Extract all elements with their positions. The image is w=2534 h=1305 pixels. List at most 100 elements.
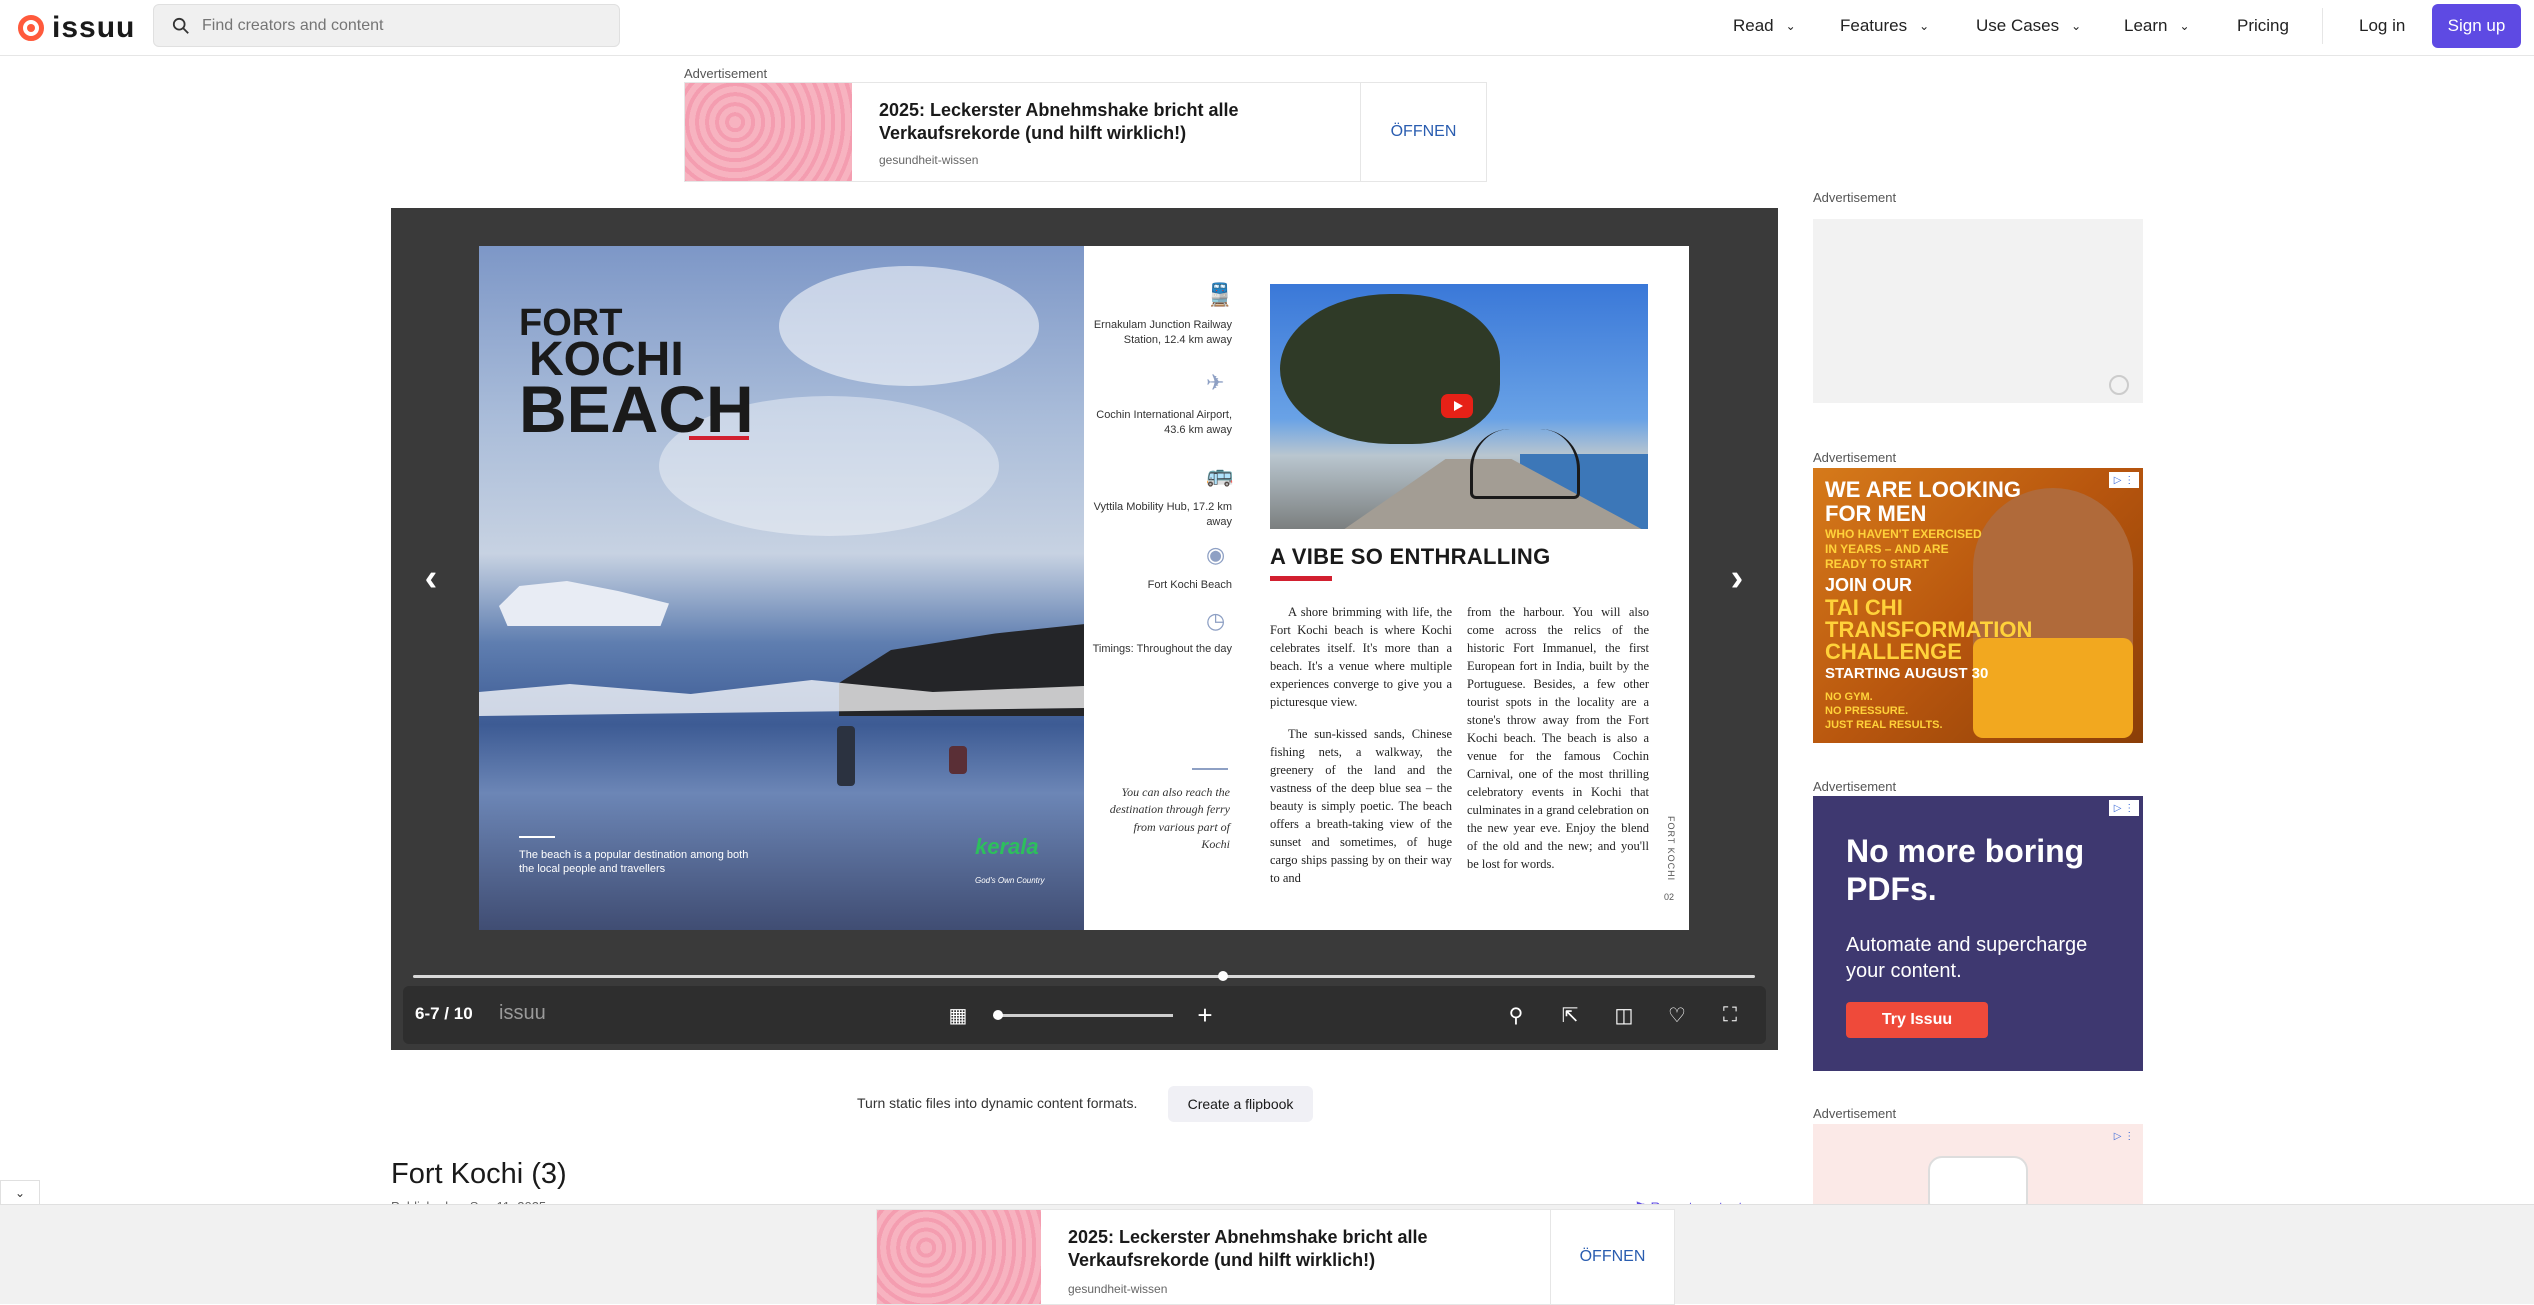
ad-open-button[interactable]: ÖFFNEN [1550, 1210, 1674, 1304]
side-ad-empty[interactable] [1813, 219, 2143, 403]
promo-text: Turn static files into dynamic content f… [857, 1095, 1138, 1111]
nav-features[interactable]: Features ⌄ [1840, 0, 1929, 52]
nav-learn-label: Learn [2124, 16, 2168, 35]
bicycle-shape [1470, 429, 1580, 499]
reach-note-line [1192, 768, 1228, 770]
info-railway: Ernakulam Junction Railway Station, 12.4… [1093, 319, 1232, 346]
bus-icon: 🚌 [1206, 462, 1234, 487]
pants-shape [1973, 638, 2133, 738]
zoom-slider[interactable] [993, 1010, 1173, 1020]
bottom-sticky-ad-bar: 2025: Leckerster Abnehmshake bricht alle… [0, 1204, 2534, 1305]
nav-pricing-label: Pricing [2237, 16, 2289, 35]
top-advertisement[interactable]: 2025: Leckerster Abnehmshake bricht alle… [684, 82, 1487, 182]
ad-source: gesundheit-wissen [1068, 1282, 1168, 1296]
taichi-line: WHO HAVEN'T EXERCISED [1825, 527, 1982, 541]
ad-open-button[interactable]: ÖFFNEN [1360, 83, 1486, 181]
taichi-line: STARTING AUGUST 30 [1825, 665, 1989, 682]
document-title: Fort Kochi (3) [391, 1158, 567, 1190]
left-page: FORT KOCHI BEACH The beach is a popular … [479, 246, 1084, 930]
search-input[interactable] [202, 12, 602, 40]
page-spread: FORT KOCHI BEACH The beach is a popular … [479, 246, 1689, 930]
page-number: 02 [1664, 892, 1675, 902]
train-icon: 🚆 [1206, 282, 1234, 307]
zoom-handle[interactable] [993, 1010, 1003, 1020]
reader-controls: 6-7 / 10 issuu ▦ + ⚲ ⇱ ◫ ♡ ⛶ [403, 986, 1766, 1044]
title-accent-bar [689, 436, 749, 440]
nav-read[interactable]: Read ⌄ [1733, 0, 1796, 52]
ad-choices-icon[interactable]: ▷ ⋮ [2109, 472, 2139, 488]
cruise-ship-image [499, 581, 669, 626]
issuu-logo[interactable]: issuu [18, 11, 135, 44]
taichi-line: JUST REAL RESULTS. [1825, 719, 1943, 731]
heart-icon[interactable]: ♡ [1660, 998, 1694, 1032]
bottom-advertisement[interactable]: 2025: Leckerster Abnehmshake bricht alle… [876, 1209, 1675, 1305]
info-timings: Timings: Throughout the day [1092, 643, 1232, 655]
ad-label: Advertisement [1813, 1106, 1897, 1121]
login-link[interactable]: Log in [2359, 0, 2405, 52]
taichi-line: FOR MEN [1825, 501, 1927, 526]
page-progress-bar[interactable] [413, 971, 1755, 981]
taichi-line: TRANSFORMATION [1825, 617, 2033, 642]
grid-view-icon[interactable]: ▦ [941, 998, 975, 1032]
taichi-line: TAI CHI [1825, 595, 1903, 620]
nav-pricing[interactable]: Pricing [2237, 0, 2289, 52]
zoom-in-icon[interactable]: + [1188, 998, 1222, 1032]
nav-use-cases[interactable]: Use Cases ⌄ [1976, 0, 2081, 52]
ad-label: Advertisement [684, 66, 768, 81]
taichi-line: NO PRESSURE. [1825, 705, 1909, 717]
body-column-2: from the harbour. You will also come acr… [1467, 603, 1649, 887]
nav-read-label: Read [1733, 16, 1774, 35]
share-icon[interactable]: ⇱ [1553, 998, 1587, 1032]
signup-button[interactable]: Sign up [2432, 4, 2521, 48]
caption-line [519, 836, 555, 838]
collapse-ad-chevron-icon[interactable]: ⌄ [0, 1180, 40, 1204]
ad-title: 2025: Leckerster Abnehmshake bricht alle… [1068, 1227, 1428, 1271]
ad-placeholder-icon [2109, 375, 2129, 395]
beach-photo [1270, 284, 1648, 529]
fullscreen-icon[interactable]: ⛶ [1713, 998, 1747, 1032]
ad-label: Advertisement [1813, 190, 1897, 205]
reach-note: You can also reach the destination throu… [1109, 785, 1230, 852]
body-paragraph: from the harbour. You will also come acr… [1467, 605, 1649, 871]
cloud-shape [779, 266, 1039, 386]
previous-page-arrow-icon[interactable]: ‹ [411, 558, 451, 598]
progress-handle[interactable] [1218, 971, 1229, 981]
ad-choices-icon[interactable]: ▷ ⋮ [2109, 800, 2139, 816]
clock-icon: ◷ [1206, 608, 1226, 633]
ad-choices-icon[interactable]: ▷ ⋮ [2109, 1128, 2139, 1144]
search-icon[interactable]: ⚲ [1499, 998, 1533, 1032]
clip-icon[interactable]: ◫ [1607, 998, 1641, 1032]
video-play-icon[interactable] [1441, 394, 1473, 418]
nav-features-label: Features [1840, 16, 1908, 35]
try-issuu-button[interactable]: Try Issuu [1846, 1002, 1988, 1038]
tree-shape [1280, 294, 1500, 444]
chevron-down-icon: ⌄ [2179, 19, 2190, 33]
taichi-line: WE ARE LOOKING [1825, 477, 2021, 502]
search-box[interactable] [153, 4, 620, 47]
flipbook-reader: FORT KOCHI BEACH The beach is a popular … [391, 208, 1778, 1050]
info-bus: Vyttila Mobility Hub, 17.2 km away [1093, 501, 1232, 528]
body-paragraph: The sun-kissed sands, Chinese fishing ne… [1270, 727, 1452, 885]
taichi-line: READY TO START [1825, 557, 1930, 571]
martial-artist-image [1973, 488, 2133, 738]
taichi-line: NO GYM. [1825, 691, 1873, 703]
create-flipbook-button[interactable]: Create a flipbook [1168, 1086, 1313, 1122]
vertical-page-label: FORT KOCHI [1666, 816, 1676, 882]
nav-learn[interactable]: Learn ⌄ [2124, 0, 2190, 52]
side-ad-partial[interactable]: ▷ ⋮ [1813, 1124, 2143, 1204]
side-ad-taichi[interactable]: ▷ ⋮ WE ARE LOOKING FOR MEN WHO HAVEN'T E… [1813, 468, 2143, 743]
login-label: Log in [2359, 16, 2406, 35]
next-page-arrow-icon[interactable]: › [1717, 558, 1757, 598]
kerala-logo: kerala [975, 834, 1039, 859]
body-column-1: A shore brimming with life, the Fort Koc… [1270, 603, 1452, 901]
nav-use-cases-label: Use Cases [1976, 16, 2060, 35]
chevron-down-icon: ⌄ [1785, 19, 1796, 33]
taichi-line: JOIN OUR [1825, 575, 1913, 595]
chevron-down-icon: ⌄ [2071, 19, 2082, 33]
chevron-down-icon: ⌄ [1919, 19, 1930, 33]
info-airport: Cochin International Airport, 43.6 km aw… [1096, 409, 1232, 436]
side-ad-issuu-pdf[interactable]: ▷ ⋮ No more boring PDFs. Automate and su… [1813, 796, 2143, 1071]
ad-image [877, 1210, 1041, 1304]
nav-divider [2322, 8, 2323, 44]
right-page: 🚆 Ernakulam Junction Railway Station, 12… [1084, 246, 1689, 930]
